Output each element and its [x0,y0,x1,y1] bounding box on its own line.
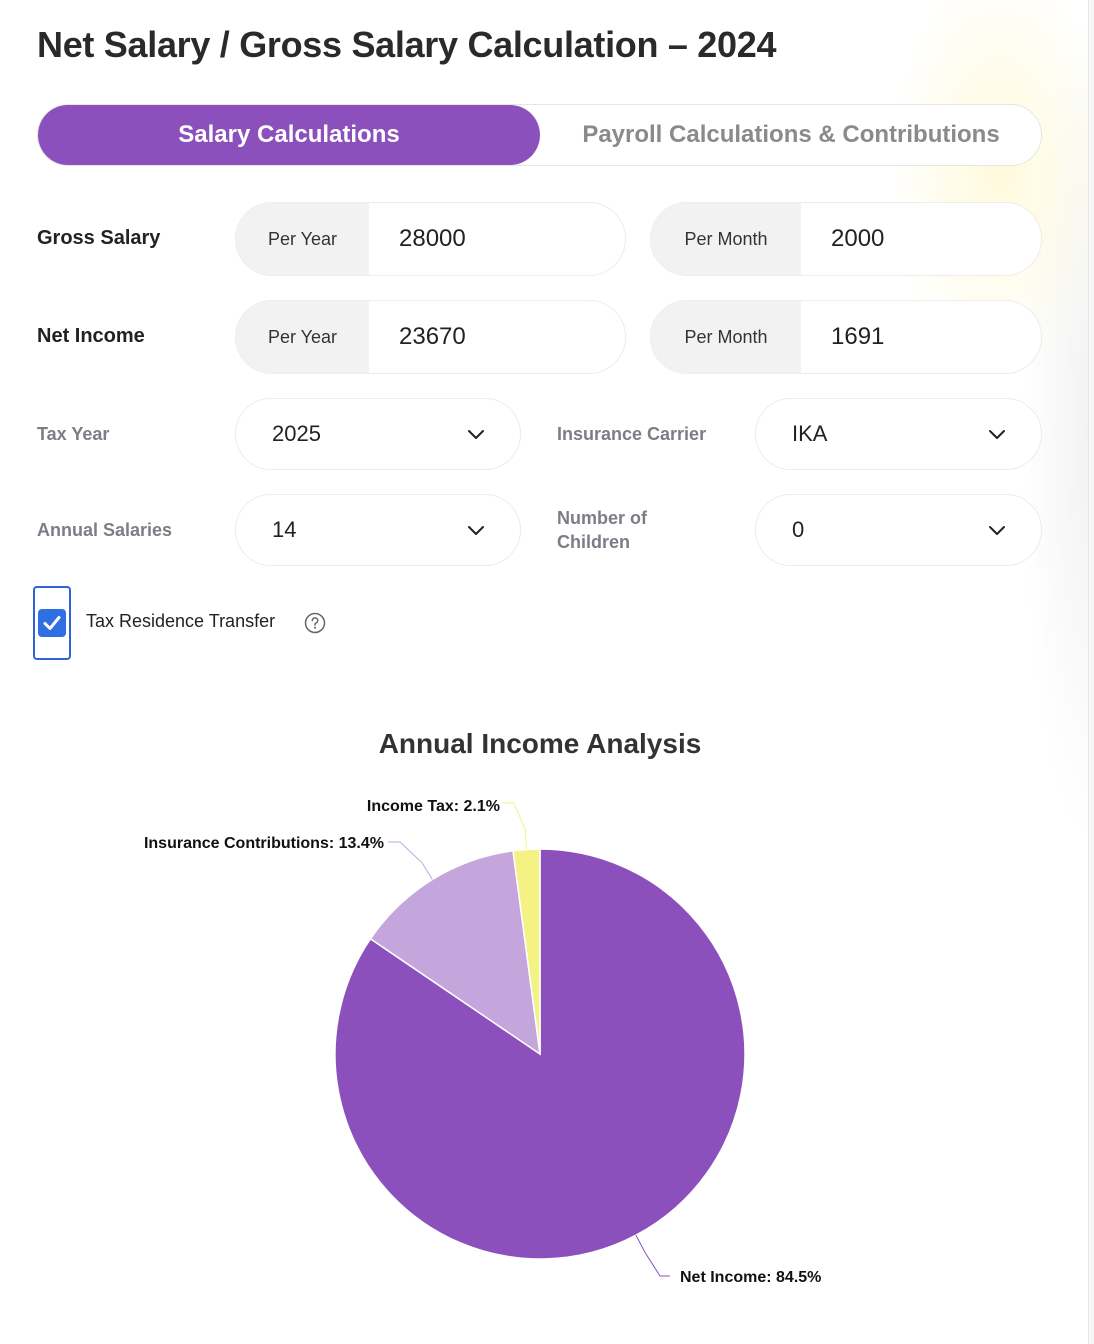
tab-salary-calculations[interactable]: Salary Calculations [38,105,540,165]
checkbox-checked [38,609,66,637]
gross-salary-label: Gross Salary [37,227,161,249]
annual-salaries-value: 14 [272,517,297,542]
insurance-carrier-label: Insurance Carrier [557,424,707,444]
tax-year-label: Tax Year [37,424,110,444]
pie-label-income-tax: Income Tax: 2.1% [367,798,500,815]
chevron-down-icon [468,526,484,535]
checkmark-icon [43,616,61,630]
tax-residence-label: Tax Residence Transfer [86,611,276,631]
tab-bar: Salary Calculations Payroll Calculations… [37,104,1042,166]
salary-calculator-page: Net Salary / Gross Salary Calculation – … [0,0,1094,1344]
annual-salaries-select[interactable]: 14 [235,494,521,566]
chevron-down-icon [989,526,1005,535]
pie-label-insurance-contributions: Insurance Contributions: 13.4% [144,835,384,852]
children-label-line2: Children [557,532,631,552]
children-label-line1: Number of [557,508,647,528]
gross-per-month-unit: Per Month [651,203,801,275]
tax-year-select[interactable]: 2025 [235,398,521,470]
net-per-month-input[interactable]: 1691 [801,301,1041,373]
pie-leader-line-2 [502,802,527,850]
net-income-per-year-field: Per Year 23670 [235,300,626,374]
pie-label-net-income: Net Income: 84.5% [680,1269,821,1286]
annual-salaries-label: Annual Salaries [37,520,173,540]
insurance-carrier-value: IKA [792,421,828,446]
net-per-year-unit: Per Year [236,301,369,373]
tax-residence-checkbox[interactable] [33,586,71,660]
help-circle-icon[interactable] [304,612,326,634]
chevron-down-icon [989,430,1005,439]
chart-title: Annual Income Analysis [378,728,702,759]
gross-salary-per-month-field: Per Month 2000 [650,202,1042,276]
net-per-year-input[interactable]: 23670 [369,301,625,373]
tax-year-value: 2025 [272,421,321,446]
gross-per-year-input[interactable]: 28000 [369,203,625,275]
gross-per-month-input[interactable]: 2000 [801,203,1041,275]
tab-payroll-calculations[interactable]: Payroll Calculations & Contributions [540,105,1042,165]
children-value: 0 [792,517,805,542]
children-select[interactable]: 0 [755,494,1042,566]
net-income-label: Net Income [37,325,145,347]
pie-leader-line-0 [635,1234,670,1277]
net-per-month-unit: Per Month [651,301,801,373]
children-label: Number of Children [557,506,647,554]
income-pie-chart: Net Income: 84.5% Insurance Contributions… [144,798,821,1286]
pie-leader-line-1 [388,841,433,880]
gross-salary-per-year-field: Per Year 28000 [235,202,626,276]
chevron-down-icon [468,430,484,439]
page-title: Net Salary / Gross Salary Calculation – … [37,24,777,65]
insurance-carrier-select[interactable]: IKA [755,398,1042,470]
gross-per-year-unit: Per Year [236,203,369,275]
net-income-per-month-field: Per Month 1691 [650,300,1042,374]
